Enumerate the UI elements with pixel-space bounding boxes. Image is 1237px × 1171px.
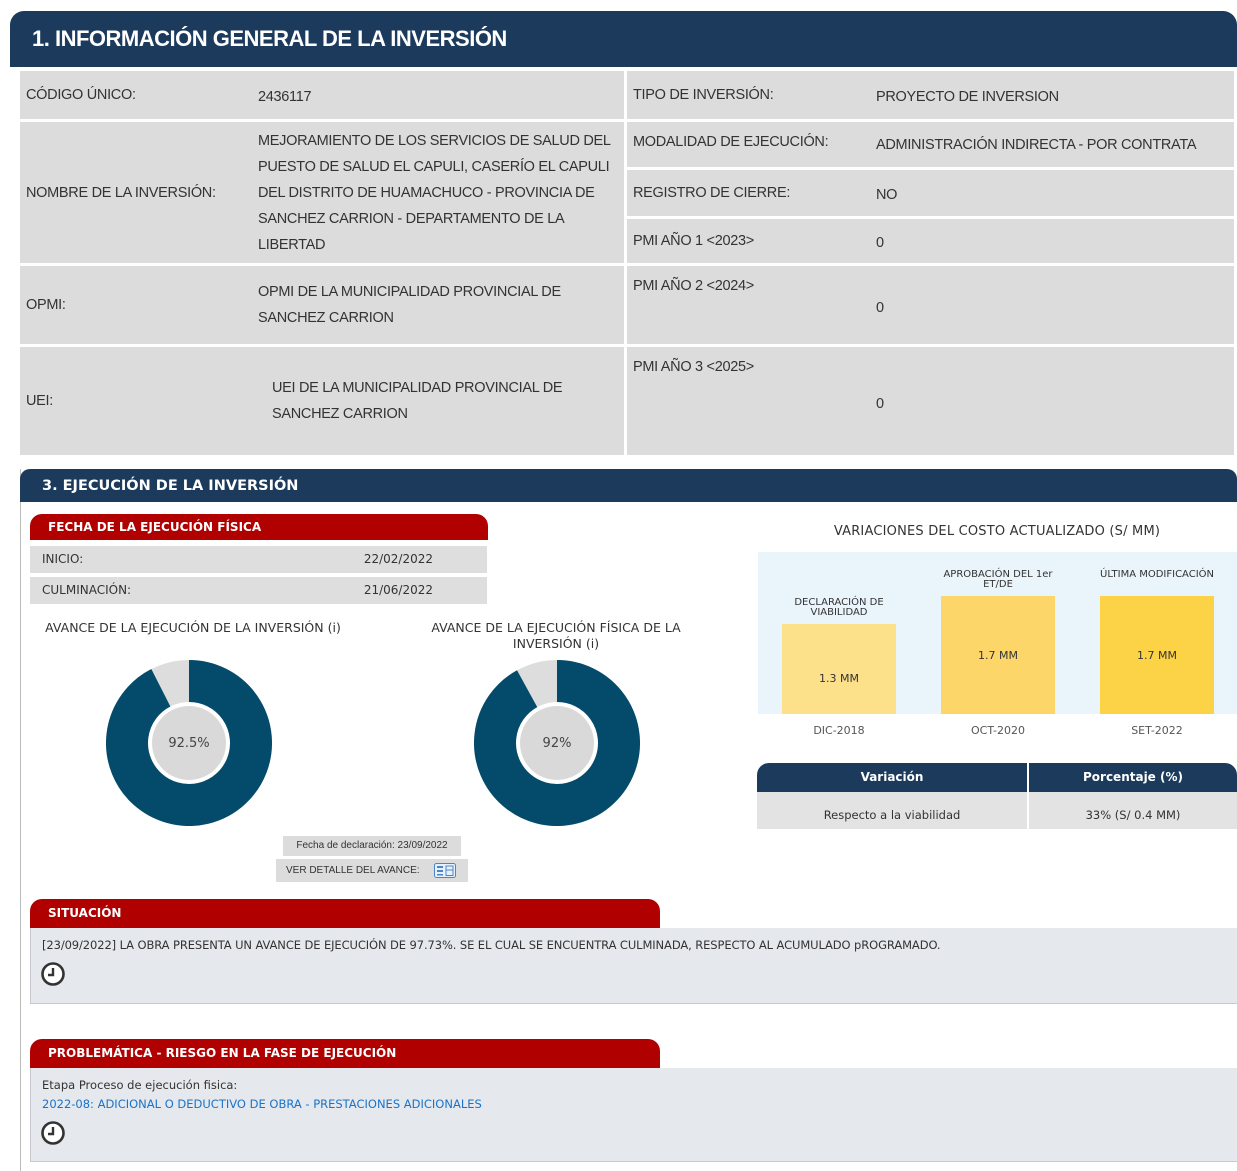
- problematica-tab: PROBLEMÁTICA - RIESGO EN LA FASE DE EJEC…: [30, 1039, 660, 1068]
- situacion-tab: SITUACIÓN: [30, 899, 660, 928]
- inicio-value: 22/02/2022: [363, 552, 433, 566]
- inicio-label: INICIO:: [42, 552, 84, 566]
- chart-category-label: SET-2022: [1131, 724, 1183, 737]
- ver-detalle-label: VER DETALLE DEL AVANCE:: [286, 865, 420, 876]
- modalidad-label: MODALIDAD DE EJECUCIÓN:: [627, 122, 868, 167]
- uei-label: UEI:: [20, 347, 250, 455]
- pmi2-label: PMI AÑO 2 <2024>: [627, 266, 868, 344]
- donut2-value: 92%: [520, 706, 594, 780]
- nombre-value: MEJORAMIENTO DE LOS SERVICIOS DE SALUD D…: [250, 122, 624, 263]
- porcentaje-header: Porcentaje (%): [1029, 763, 1237, 792]
- variacion-value: Respecto a la viabilidad: [757, 792, 1027, 829]
- fecha-declaracion: Fecha de declaración: 23/09/2022: [283, 836, 461, 856]
- chart-bar-title: DECLARACIÓN DE VIABILIDAD: [794, 596, 884, 618]
- variacion-header: Variación: [757, 763, 1027, 792]
- codigo-value: 2436117: [250, 71, 624, 119]
- tipo-value: PROYECTO DE INVERSION: [868, 71, 1234, 119]
- opmi-value: OPMI DE LA MUNICIPALIDAD PROVINCIAL DE S…: [250, 266, 624, 344]
- pmi3-value: 0: [868, 347, 1234, 455]
- culminacion-row: CULMINACIÓN: 21/06/2022: [30, 577, 487, 604]
- fecha-ejecucion-tab: FECHA DE LA EJECUCIÓN FÍSICA: [30, 514, 488, 540]
- chart-bar: 1.7 MM: [941, 596, 1055, 714]
- codigo-label: CÓDIGO ÚNICO:: [20, 71, 250, 119]
- porcentaje-value: 33% (S/ 0.4 MM): [1029, 792, 1237, 829]
- chart-bar-title: ÚLTIMA MODIFICACIÓN: [1100, 569, 1214, 580]
- section3-title: 3. EJECUCIÓN DE LA INVERSIÓN: [20, 469, 1237, 502]
- tipo-label: TIPO DE INVERSIÓN:: [627, 71, 868, 119]
- inicio-row: INICIO: 22/02/2022: [30, 546, 487, 573]
- chart-category-label: OCT-2020: [970, 724, 1025, 737]
- donut1-value: 92.5%: [152, 706, 226, 780]
- pmi3-label: PMI AÑO 3 <2025>: [627, 347, 868, 455]
- situacion-text: [23/09/2022] LA OBRA PRESENTA UN AVANCE …: [42, 938, 941, 952]
- problematica-link[interactable]: 2022-08: ADICIONAL O DEDUCTIVO DE OBRA -…: [42, 1097, 482, 1111]
- opmi-label: OPMI:: [20, 266, 250, 344]
- donut2-title[interactable]: AVANCE DE LA EJECUCIÓN FÍSICA DE LA INVE…: [400, 620, 712, 652]
- culminacion-label: CULMINACIÓN:: [42, 583, 132, 597]
- clock-icon[interactable]: [40, 961, 66, 987]
- problematica-label: Etapa Proceso de ejecución fisica:: [42, 1078, 238, 1092]
- modalidad-value: ADMINISTRACIÓN INDIRECTA - POR CONTRATA: [868, 122, 1234, 167]
- registro-value: NO: [868, 170, 1234, 216]
- section1-title: 1. INFORMACIÓN GENERAL DE LA INVERSIÓN: [10, 11, 1237, 67]
- nombre-label: NOMBRE DE LA INVERSIÓN:: [20, 122, 250, 263]
- chart-bar: 1.3 MM: [782, 623, 896, 714]
- clock-icon[interactable]: [40, 1120, 66, 1146]
- chart-title: VARIACIONES DEL COSTO ACTUALIZADO (S/ MM…: [833, 524, 1161, 539]
- donut1-title[interactable]: AVANCE DE LA EJECUCIÓN DE LA INVERSIÓN (…: [30, 620, 356, 636]
- pmi2-value: 0: [868, 266, 1234, 344]
- uei-value: UEI DE LA MUNICIPALIDAD PROVINCIAL DE SA…: [250, 347, 624, 455]
- chart-bar-title: APROBACIÓN DEL 1er ET/DE: [943, 569, 1053, 590]
- ver-detalle-button[interactable]: VER DETALLE DEL AVANCE:: [276, 859, 468, 882]
- chart-category-label: DIC-2018: [813, 724, 865, 737]
- pmi1-label: PMI AÑO 1 <2023>: [627, 219, 868, 263]
- culminacion-value: 21/06/2022: [363, 583, 433, 597]
- chart-bar: 1.7 MM: [1100, 596, 1214, 714]
- detail-grid-icon[interactable]: [434, 863, 456, 878]
- pmi1-value: 0: [868, 219, 1234, 263]
- registro-label: REGISTRO DE CIERRE:: [627, 170, 868, 216]
